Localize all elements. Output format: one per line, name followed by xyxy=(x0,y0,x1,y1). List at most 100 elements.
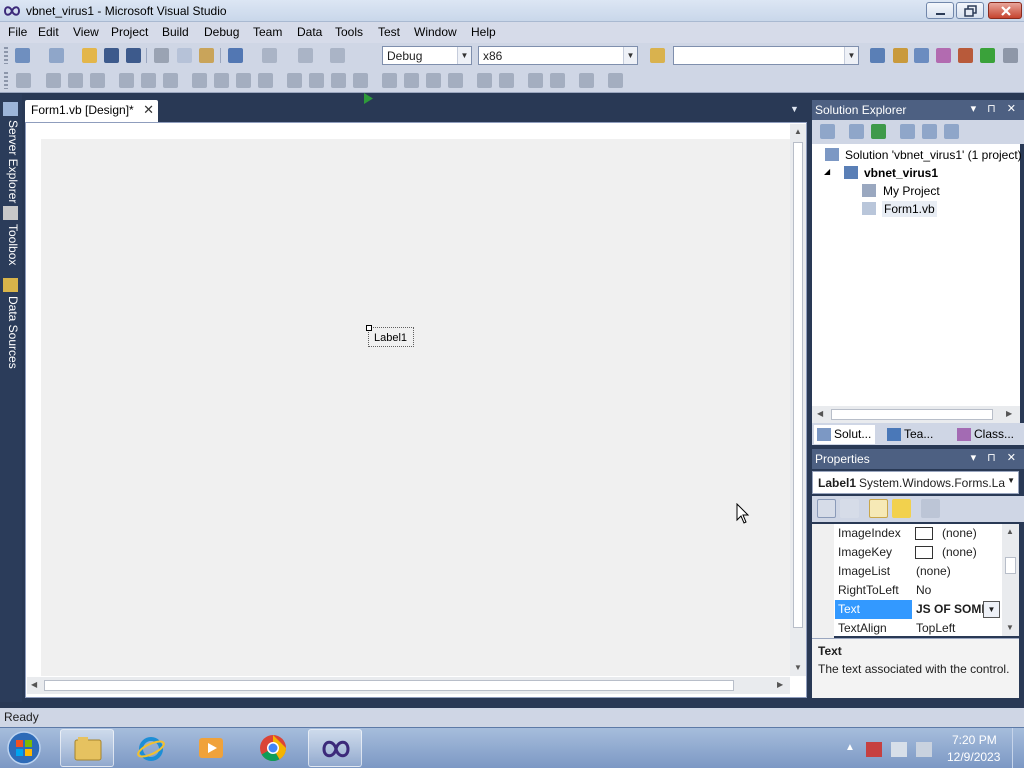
make-same-size-icon[interactable] xyxy=(258,73,273,88)
events-icon[interactable] xyxy=(892,499,911,518)
extension-manager-icon[interactable] xyxy=(958,48,973,63)
menu-debug[interactable]: Debug xyxy=(204,25,239,39)
decrease-vertical-spacing-icon[interactable] xyxy=(426,73,441,88)
menu-project[interactable]: Project xyxy=(111,25,148,39)
alphabetical-icon[interactable] xyxy=(840,499,859,518)
lock-controls-icon[interactable] xyxy=(608,73,623,88)
menu-file[interactable]: File xyxy=(8,25,27,39)
start-page-icon[interactable] xyxy=(980,48,995,63)
paste-icon[interactable] xyxy=(199,48,214,63)
minimize-button[interactable] xyxy=(926,2,954,19)
new-project-icon[interactable] xyxy=(15,48,30,63)
properties-scroll-thumb[interactable] xyxy=(1005,557,1016,574)
menu-data[interactable]: Data xyxy=(297,25,322,39)
scroll-up-icon[interactable]: ▲ xyxy=(794,127,802,136)
size-to-grid-icon[interactable] xyxy=(214,73,229,88)
property-row[interactable]: ImageList (none) xyxy=(812,562,1002,581)
toolbar-grip[interactable] xyxy=(4,47,8,64)
volume-muted-icon[interactable] xyxy=(916,742,932,757)
save-all-icon[interactable] xyxy=(126,48,141,63)
align-rights-icon[interactable] xyxy=(90,73,105,88)
vertical-spacing-icon[interactable] xyxy=(382,73,397,88)
align-bottoms-icon[interactable] xyxy=(163,73,178,88)
close-button[interactable] xyxy=(988,2,1022,19)
tree-item-project[interactable]: vbnet_virus1 xyxy=(864,166,938,180)
remove-horizontal-spacing-icon[interactable] xyxy=(353,73,368,88)
categorized-icon[interactable] xyxy=(817,499,836,518)
start-button[interactable] xyxy=(4,730,44,767)
tab-class-view[interactable]: Class... xyxy=(954,425,1018,444)
network-icon[interactable] xyxy=(891,742,907,757)
send-to-back-icon[interactable] xyxy=(550,73,565,88)
scroll-down-icon[interactable]: ▼ xyxy=(794,663,802,672)
scroll-left-icon[interactable]: ◀ xyxy=(817,409,823,418)
label1-control[interactable]: Label1 xyxy=(368,327,414,347)
panel-window-controls[interactable]: ▾ ⊓ ✕ xyxy=(971,102,1020,115)
increase-vertical-spacing-icon[interactable] xyxy=(404,73,419,88)
tab-form1-design[interactable]: Form1.vb [Design]* ✕ xyxy=(25,100,158,122)
menu-test[interactable]: Test xyxy=(378,25,400,39)
tree-item-my-project[interactable]: My Project xyxy=(883,184,940,198)
property-row[interactable]: ImageIndex (none) xyxy=(812,524,1002,543)
tab-team-explorer[interactable]: Tea... xyxy=(884,425,937,444)
properties-window-icon[interactable] xyxy=(893,48,908,63)
scroll-up-icon[interactable]: ▲ xyxy=(1006,527,1014,536)
taskbar-media-player[interactable] xyxy=(184,729,238,767)
solution-scroll-thumb[interactable] xyxy=(831,409,993,420)
redo-icon[interactable] xyxy=(262,48,277,63)
align-tops-icon[interactable] xyxy=(119,73,134,88)
make-same-height-icon[interactable] xyxy=(236,73,251,88)
solution-horizontal-scrollbar[interactable]: ◀ ▶ xyxy=(812,406,1020,423)
document-list-dropdown-icon[interactable]: ▼ xyxy=(790,104,799,114)
designer-vertical-scrollbar[interactable]: ▲ ▼ xyxy=(790,124,806,676)
taskbar-chrome[interactable] xyxy=(246,729,300,767)
horizontal-spacing-icon[interactable] xyxy=(287,73,302,88)
property-value-input[interactable]: JS OF SOME xyxy=(916,602,989,616)
remove-vertical-spacing-icon[interactable] xyxy=(448,73,463,88)
scroll-down-icon[interactable]: ▼ xyxy=(1006,623,1014,632)
properties-vertical-scrollbar[interactable]: ▲ ▼ xyxy=(1002,524,1019,636)
find-in-files-icon[interactable] xyxy=(650,48,665,63)
clock-time[interactable]: 7:20 PM xyxy=(952,733,997,747)
show-desktop-button[interactable] xyxy=(1012,728,1024,768)
property-row[interactable]: TextAlign TopLeft xyxy=(812,619,1002,638)
menu-tools[interactable]: Tools xyxy=(335,25,363,39)
view-class-diagram-icon[interactable] xyxy=(944,124,959,139)
horizontal-scroll-thumb[interactable] xyxy=(44,680,734,691)
panel-window-controls[interactable]: ▾ ⊓ ✕ xyxy=(971,451,1020,464)
refresh-icon[interactable] xyxy=(871,124,886,139)
clock-date[interactable]: 12/9/2023 xyxy=(947,750,1000,764)
solution-explorer-icon[interactable] xyxy=(870,48,885,63)
properties-icon[interactable] xyxy=(820,124,835,139)
properties-object-select[interactable]: Label1 System.Windows.Forms.La ▼ xyxy=(812,471,1019,494)
menu-team[interactable]: Team xyxy=(253,25,282,39)
add-item-icon[interactable] xyxy=(49,48,64,63)
form1-designer[interactable] xyxy=(41,139,792,676)
tab-order-icon[interactable] xyxy=(579,73,594,88)
scroll-right-icon[interactable]: ▶ xyxy=(777,680,783,689)
taskbar-visual-studio[interactable] xyxy=(308,729,362,767)
open-folder-icon[interactable] xyxy=(82,48,97,63)
data-sources-tab[interactable]: Data Sources xyxy=(2,296,20,369)
increase-horizontal-spacing-icon[interactable] xyxy=(309,73,324,88)
restore-button[interactable] xyxy=(956,2,984,19)
undo-icon[interactable] xyxy=(228,48,243,63)
scroll-right-icon[interactable]: ▶ xyxy=(1006,409,1012,418)
navigate-forward-icon[interactable] xyxy=(330,48,345,63)
property-row-selected[interactable]: Text JS OF SOME ▼ xyxy=(812,600,1002,619)
server-explorer-tab[interactable]: Server Explorer xyxy=(2,120,20,203)
move-handle[interactable] xyxy=(366,325,372,331)
tab-solution-explorer[interactable]: Solut... xyxy=(814,425,876,444)
menu-window[interactable]: Window xyxy=(414,25,457,39)
toolbox-tab[interactable]: Toolbox xyxy=(2,224,20,265)
copy-icon[interactable] xyxy=(177,48,192,63)
align-middles-icon[interactable] xyxy=(141,73,156,88)
object-browser-icon[interactable] xyxy=(914,48,929,63)
action-center-icon[interactable] xyxy=(866,742,882,757)
property-pages-icon[interactable] xyxy=(921,499,940,518)
decrease-horizontal-spacing-icon[interactable] xyxy=(331,73,346,88)
view-designer-icon[interactable] xyxy=(922,124,937,139)
cut-icon[interactable] xyxy=(154,48,169,63)
toolbar-grip[interactable] xyxy=(4,72,8,89)
designer-horizontal-scrollbar[interactable]: ◀ ▶ xyxy=(27,677,790,694)
